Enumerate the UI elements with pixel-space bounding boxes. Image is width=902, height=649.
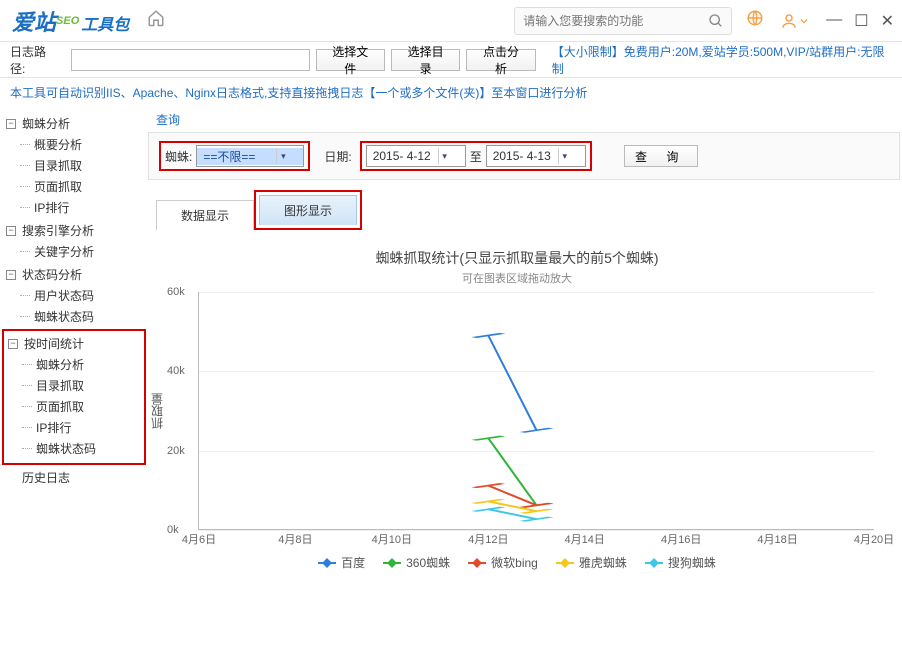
- spider-select[interactable]: ==不限== ▾: [196, 145, 304, 167]
- chart-title: 蜘蛛抓取统计(只显示抓取量最大的前5个蜘蛛): [375, 248, 658, 268]
- chart-legend: 百度 360蜘蛛 微软bing 雅虎蜘蛛 搜狗蜘蛛: [318, 554, 716, 571]
- tips-text: 本工具可自动识别IIS、Apache、Nginx日志格式,支持直接拖拽日志【一个…: [0, 78, 902, 109]
- tree-item[interactable]: 关键字分析: [16, 241, 146, 262]
- logo: 爱站 SEO 工具包: [12, 5, 129, 37]
- to-label: 至: [470, 148, 482, 165]
- highlight-spider-filter: 蜘蛛: ==不限== ▾: [159, 141, 310, 171]
- main-panel: 查询 蜘蛛: ==不限== ▾ 日期: 2015- 4-12 ▾ 至 2015-…: [148, 109, 902, 649]
- close-button[interactable]: ✕: [881, 11, 894, 31]
- legend-item[interactable]: 微软bing: [468, 554, 538, 571]
- logo-sub: 工具包: [81, 11, 129, 35]
- chevron-down-icon: ▾: [276, 148, 301, 164]
- query-button[interactable]: 查 询: [624, 145, 698, 167]
- filter-bar: 蜘蛛: ==不限== ▾ 日期: 2015- 4-12 ▾ 至 2015- 4-…: [148, 132, 900, 180]
- tree-item[interactable]: IP排行: [16, 197, 146, 218]
- tree-item[interactable]: 蜘蛛状态码: [16, 306, 146, 327]
- chart-plot[interactable]: 0k20k40k60k4月6日4月8日4月10日4月12日4月14日4月16日4…: [198, 292, 874, 530]
- choose-dir-button[interactable]: 选择目录: [391, 49, 460, 71]
- analyze-button[interactable]: 点击分析: [466, 49, 535, 71]
- tree-item[interactable]: 蜘蛛状态码: [18, 438, 144, 459]
- globe-icon[interactable]: [746, 9, 764, 32]
- tree-item[interactable]: 蜘蛛分析: [18, 354, 144, 375]
- tree-group-spider[interactable]: −蜘蛛分析: [2, 113, 146, 134]
- log-path-input[interactable]: [71, 49, 310, 71]
- highlight-date-filter: 2015- 4-12 ▾ 至 2015- 4-13 ▾: [360, 141, 592, 171]
- tree-item[interactable]: 目录抓取: [18, 375, 144, 396]
- tree-group-status[interactable]: −状态码分析: [2, 264, 146, 285]
- tree-item[interactable]: 用户状态码: [16, 285, 146, 306]
- legend-item[interactable]: 搜狗蜘蛛: [645, 554, 716, 571]
- tab-data[interactable]: 数据显示: [156, 200, 254, 230]
- y-axis-label: 抓取量: [148, 292, 166, 530]
- size-limit-note: 【大小限制】免费用户:20M,爱站学员:500M,VIP/站群用户:无限制: [552, 43, 892, 77]
- logo-seo: SEO: [56, 15, 79, 27]
- date-from-select[interactable]: 2015- 4-12 ▾: [366, 145, 466, 167]
- titlebar: 爱站 SEO 工具包 — ☐ ✕: [0, 0, 902, 42]
- home-icon[interactable]: [147, 9, 165, 32]
- chart-subtitle: 可在图表区域拖动放大: [462, 270, 572, 286]
- chevron-down-icon: ▾: [558, 148, 583, 164]
- minimize-button[interactable]: —: [826, 11, 842, 31]
- choose-file-button[interactable]: 选择文件: [316, 49, 385, 71]
- logo-main: 爱站: [12, 5, 56, 37]
- tree-item[interactable]: 目录抓取: [16, 155, 146, 176]
- spider-label: 蜘蛛:: [165, 148, 192, 165]
- chart-container: 蜘蛛抓取统计(只显示抓取量最大的前5个蜘蛛) 可在图表区域拖动放大 抓取量 0k…: [148, 230, 900, 645]
- user-menu[interactable]: [778, 12, 808, 30]
- toolbar: 日志路径: 选择文件 选择目录 点击分析 【大小限制】免费用户:20M,爱站学员…: [0, 42, 902, 78]
- search-icon[interactable]: [701, 8, 731, 34]
- legend-item[interactable]: 雅虎蜘蛛: [556, 554, 627, 571]
- sidebar: −蜘蛛分析 概要分析 目录抓取 页面抓取 IP排行 −搜索引擎分析 关键字分析 …: [0, 109, 148, 649]
- chevron-down-icon: ▾: [438, 148, 463, 164]
- window-controls: — ☐ ✕: [826, 11, 894, 31]
- tree-group-search[interactable]: −搜索引擎分析: [2, 220, 146, 241]
- tree-item[interactable]: 页面抓取: [18, 396, 144, 417]
- tree-group-history[interactable]: −历史日志: [2, 467, 146, 488]
- tab-chart[interactable]: 图形显示: [259, 195, 357, 225]
- highlight-time-group: −按时间统计 蜘蛛分析 目录抓取 页面抓取 IP排行 蜘蛛状态码: [2, 329, 146, 465]
- search-input[interactable]: [515, 8, 701, 34]
- tree-item[interactable]: 页面抓取: [16, 176, 146, 197]
- query-link[interactable]: 查询: [156, 111, 900, 128]
- legend-item[interactable]: 百度: [318, 554, 365, 571]
- highlight-chart-tab: 图形显示: [254, 190, 362, 230]
- tree-item[interactable]: 概要分析: [16, 134, 146, 155]
- tree-group-time[interactable]: −按时间统计: [4, 333, 144, 354]
- date-to-select[interactable]: 2015- 4-13 ▾: [486, 145, 586, 167]
- path-label: 日志路径:: [10, 43, 61, 77]
- tabs: 数据显示 图形显示: [156, 190, 900, 230]
- date-label: 日期:: [324, 148, 351, 165]
- legend-item[interactable]: 360蜘蛛: [383, 554, 450, 571]
- maximize-button[interactable]: ☐: [854, 11, 868, 31]
- tree-item[interactable]: IP排行: [18, 417, 144, 438]
- search-box: [514, 7, 732, 35]
